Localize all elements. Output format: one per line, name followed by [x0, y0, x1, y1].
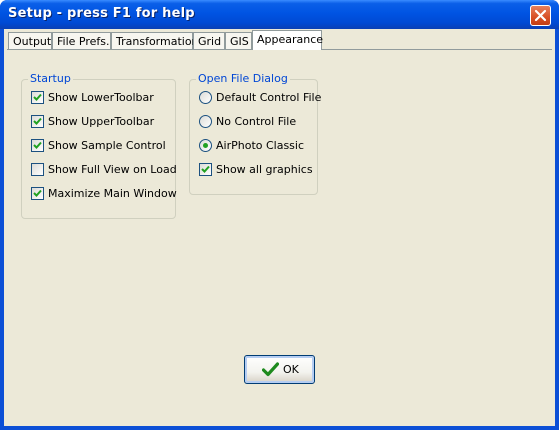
- checkbox-label: Show UpperToolbar: [48, 115, 155, 128]
- startup-group: Startup Show LowerToolbar Show UpperTool…: [21, 72, 177, 219]
- check-mark-icon: [33, 189, 42, 197]
- open-file-dialog-group-title: Open File Dialog: [196, 72, 290, 86]
- green-check-icon: [262, 362, 279, 377]
- checkbox-label: Show Full View on Load: [48, 163, 177, 176]
- dialog-client-area: Output File Prefs. Transformation Grid G…: [4, 29, 555, 426]
- checkbox-box: [31, 91, 44, 104]
- setup-dialog: Setup - press F1 for help Output File Pr…: [0, 0, 559, 430]
- radio-selected-dot: [203, 143, 208, 148]
- title-bar[interactable]: Setup - press F1 for help: [0, 0, 559, 29]
- ok-button[interactable]: OK: [244, 355, 315, 384]
- tab-transformation[interactable]: Transformation: [111, 32, 199, 50]
- checkbox-label: Show LowerToolbar: [48, 91, 154, 104]
- radio-label: No Control File: [216, 115, 297, 128]
- checkbox-label: Show all graphics: [216, 163, 313, 176]
- ok-button-label: OK: [283, 363, 299, 376]
- tab-appearance[interactable]: Appearance: [252, 30, 323, 50]
- startup-group-title: Startup: [28, 72, 73, 86]
- checkbox-box: [31, 139, 44, 152]
- tab-file-prefs[interactable]: File Prefs.: [52, 32, 111, 50]
- window-title: Setup - press F1 for help: [8, 6, 195, 21]
- radio-label: Default Control File: [216, 91, 322, 104]
- checkbox-box: [199, 163, 212, 176]
- check-mark-icon: [33, 117, 42, 125]
- tab-gis[interactable]: GIS: [225, 32, 252, 50]
- radio-circle: [199, 115, 212, 128]
- checkbox-box: [31, 115, 44, 128]
- close-icon: [534, 9, 547, 22]
- checkbox-box: [31, 163, 44, 176]
- tab-output[interactable]: Output: [8, 32, 52, 50]
- check-mark-icon: [33, 93, 42, 101]
- checkbox-box: [31, 187, 44, 200]
- check-mark-icon: [33, 141, 42, 149]
- radio-circle: [199, 139, 212, 152]
- tab-grid[interactable]: Grid: [193, 32, 225, 50]
- checkbox-label: Show Sample Control: [48, 139, 166, 152]
- radio-label: AirPhoto Classic: [216, 139, 305, 152]
- close-button[interactable]: [530, 5, 551, 26]
- check-mark-icon: [201, 165, 210, 173]
- radio-circle: [199, 91, 212, 104]
- checkbox-label: Maximize Main Window: [48, 187, 177, 200]
- open-file-dialog-group: Open File Dialog Default Control File No…: [189, 72, 322, 195]
